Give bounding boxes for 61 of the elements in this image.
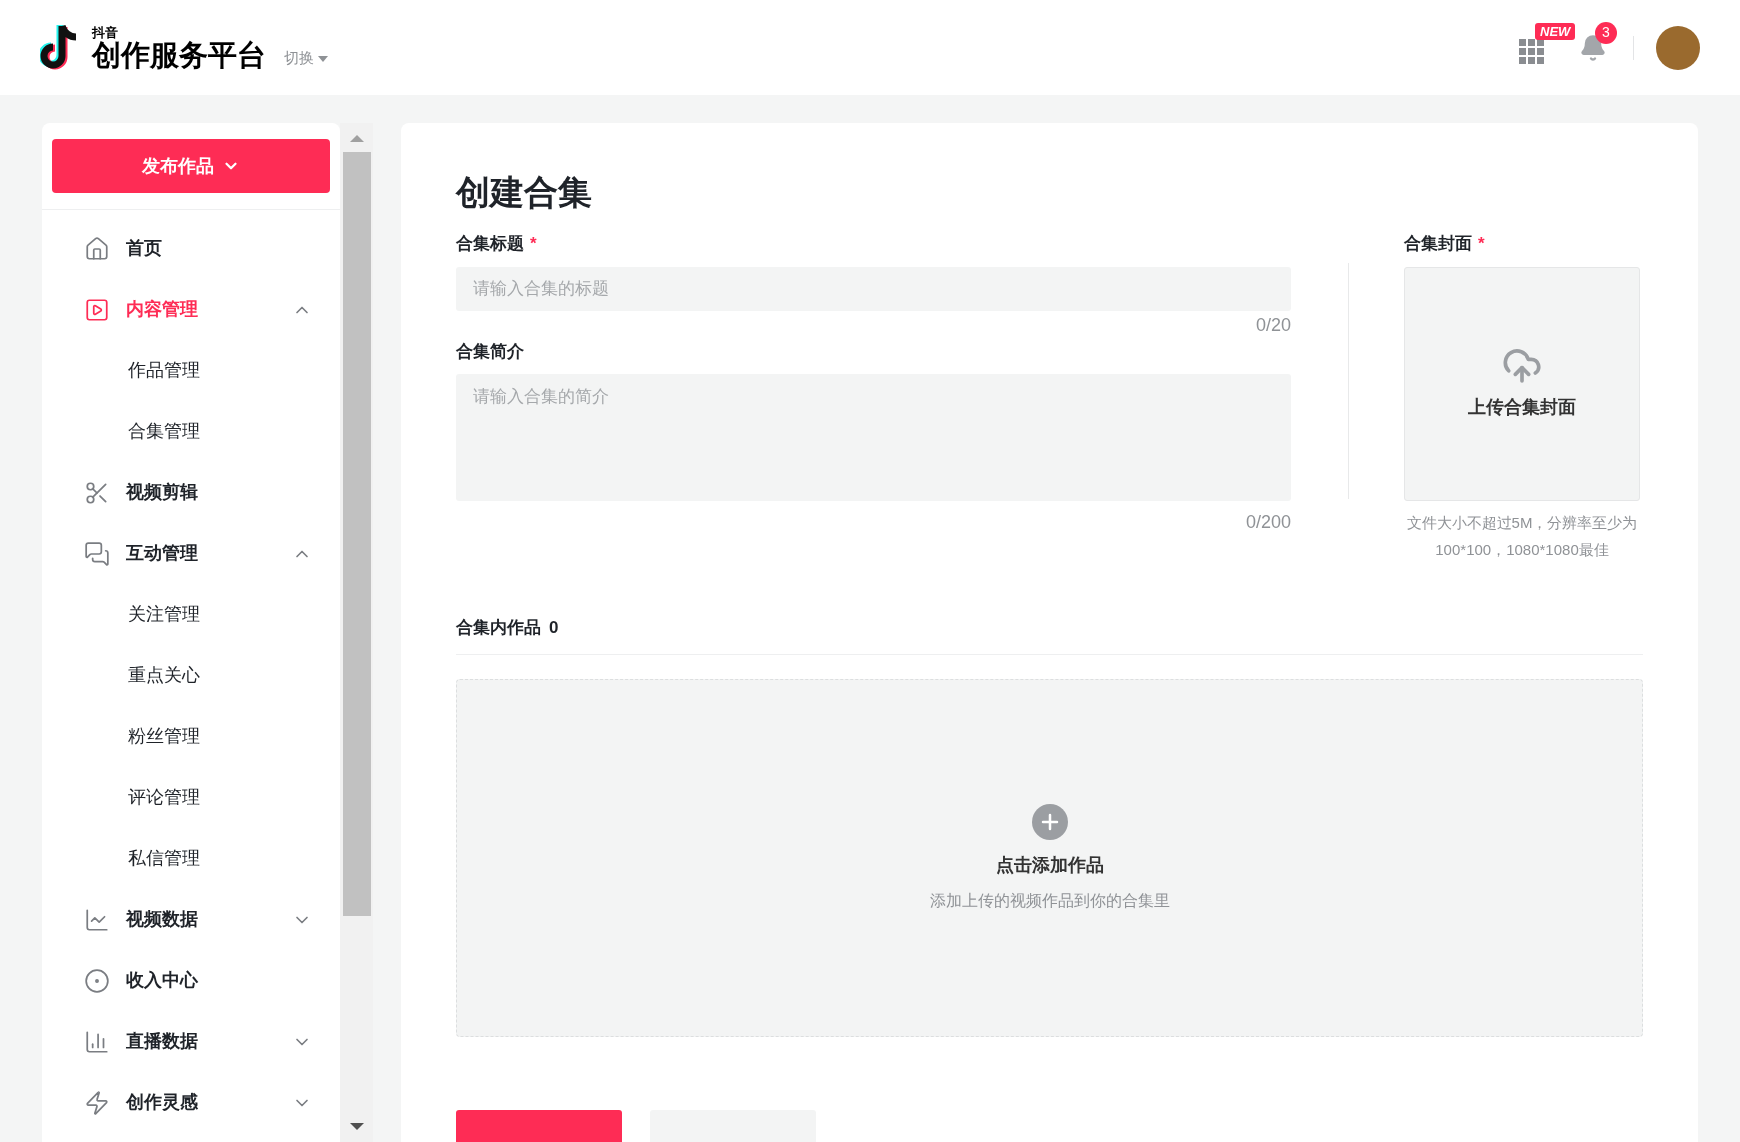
scroll-up-arrow-icon[interactable] [349, 135, 364, 142]
field-label: 合集标题 [456, 233, 524, 255]
nav-label: 创作灵感 [126, 1091, 199, 1114]
cloud-upload-icon [1502, 346, 1542, 386]
play-square-icon [84, 296, 110, 323]
nav-item[interactable]: 视频数据 [42, 889, 340, 950]
brand-title: 创作服务平台 [92, 40, 266, 70]
publish-button[interactable]: 发布作品 [52, 139, 330, 193]
cover-upload-area[interactable]: 上传合集封面 [1404, 266, 1640, 501]
brand-small: 抖音 [92, 25, 118, 39]
circle-dot-icon [84, 967, 110, 994]
nav-item[interactable]: 内容管理 [42, 279, 340, 340]
nav-item[interactable]: 直播数据 [42, 1011, 340, 1072]
nav-item[interactable]: 互动管理 [42, 523, 340, 584]
notification-count: 3 [1595, 21, 1617, 44]
apps-grid-icon[interactable] [1519, 38, 1545, 65]
lightning-icon [84, 1089, 110, 1116]
nav-subitem[interactable]: 合集管理 [42, 401, 340, 462]
nav-subitem[interactable]: 私信管理 [42, 828, 340, 889]
nav-subitem[interactable]: 关注管理 [42, 584, 340, 645]
cover-hint: 文件大小不超过5M，分辨率至少为100*100，1080*1080最佳 [1405, 512, 1639, 560]
nav-label: 首页 [126, 237, 163, 260]
nav-subitem[interactable]: 粉丝管理 [42, 706, 340, 767]
page-title: 创建合集 [456, 175, 593, 209]
bar-chart-icon [84, 1028, 110, 1055]
nav-label: 直播数据 [126, 1030, 199, 1053]
avatar[interactable] [1656, 25, 1700, 70]
nav-label: 互动管理 [126, 542, 199, 565]
nav-subitem[interactable]: 重点关心 [42, 645, 340, 706]
nav-label: 视频剪辑 [126, 481, 199, 504]
new-badge: NEW [1535, 22, 1576, 40]
chat-bubbles-icon [84, 540, 110, 567]
nav-label: 收入中心 [126, 969, 199, 992]
nav-item[interactable]: 视频剪辑 [42, 462, 340, 523]
upload-label: 上传合集封面 [1468, 396, 1576, 419]
intro-text-field[interactable]: 请输入合集的简介 [456, 374, 1291, 501]
nav-subitem[interactable]: 评论管理 [42, 767, 340, 828]
caret-icon [318, 55, 328, 62]
house-icon [84, 235, 110, 262]
required-mark: * [1478, 233, 1485, 255]
nav-label: 视频数据 [126, 908, 199, 931]
nav-item[interactable]: 首页 [42, 218, 340, 279]
scrollbar[interactable] [340, 123, 373, 1142]
field-label: 合集封面 [1404, 233, 1472, 255]
char-counter: 0/200 [1245, 511, 1291, 534]
add-works-area[interactable]: 点击添加作品 添加上传的视频作品到你的合集里 [456, 679, 1643, 1037]
scrollbar-thumb[interactable] [342, 152, 371, 916]
field-label: 合集简介 [456, 340, 525, 363]
nav-item[interactable]: 收入中心 [42, 950, 340, 1011]
add-works-title: 点击添加作品 [995, 853, 1104, 877]
scroll-down-arrow-icon[interactable] [349, 1123, 364, 1130]
works-count: 0 [549, 616, 559, 639]
section-title: 合集内作品 [456, 616, 541, 639]
nav-subitem[interactable]: 作品管理 [42, 340, 340, 401]
nav-item[interactable]: 创作灵感 [42, 1072, 340, 1133]
required-mark: * [530, 233, 537, 255]
line-chart-icon [84, 906, 110, 933]
nav-label: 内容管理 [126, 298, 199, 321]
add-works-hint: 添加上传的视频作品到你的合集里 [929, 890, 1170, 911]
char-counter: 0/20 [1255, 313, 1291, 337]
title-input-field[interactable]: 请输入合集的标题 [456, 266, 1291, 311]
